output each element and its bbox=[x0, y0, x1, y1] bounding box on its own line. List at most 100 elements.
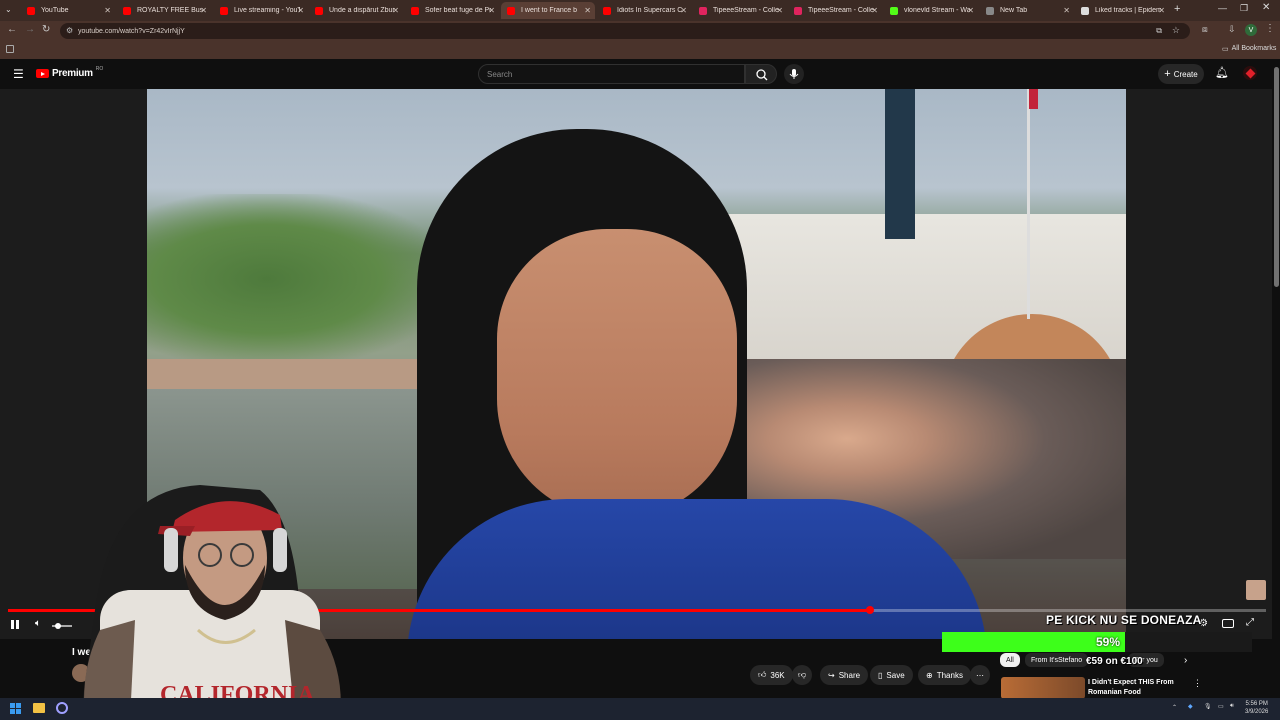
tab-close-icon[interactable]: ✕ bbox=[967, 6, 974, 15]
tab-close-icon[interactable]: ✕ bbox=[1063, 6, 1070, 15]
scrollbar-thumb[interactable] bbox=[1274, 67, 1279, 287]
browser-tab[interactable]: Unde a dispărut Zburg ✕ bbox=[309, 2, 403, 19]
guide-menu-icon[interactable]: ☰ bbox=[13, 67, 24, 81]
dislike-button[interactable]: 👎︎ bbox=[792, 665, 813, 685]
extensions-icon[interactable]: ⧈ bbox=[1202, 24, 1208, 35]
restore-icon[interactable]: ❐ bbox=[1240, 3, 1248, 14]
more-actions-button[interactable]: ⋯ bbox=[970, 665, 990, 685]
theater-mode-icon[interactable] bbox=[1222, 619, 1234, 628]
folder-icon: ▭ bbox=[1222, 46, 1229, 53]
share-button[interactable]: ↪ Share bbox=[820, 665, 869, 685]
search-icon bbox=[756, 69, 768, 81]
speaker-icon[interactable]: 🔊︎ bbox=[1230, 703, 1234, 710]
apps-icon[interactable] bbox=[6, 45, 14, 53]
clock-date: 3/9/2026 bbox=[1245, 709, 1269, 715]
new-tab-button[interactable]: + bbox=[1174, 3, 1180, 15]
close-window-icon[interactable]: ✕ bbox=[1262, 2, 1270, 13]
tab-favicon-icon bbox=[699, 6, 707, 15]
tab-favicon-icon bbox=[507, 6, 515, 15]
browser-tab[interactable]: TipeeeStream - Collect ✕ bbox=[788, 2, 882, 19]
search-button[interactable] bbox=[745, 64, 777, 84]
browser-tab[interactable]: TipeeeStream - Collect ✕ bbox=[693, 2, 787, 19]
tab-label: Unde a dispărut Zburg bbox=[329, 7, 395, 14]
tray-overflow-icon[interactable]: ⌃ bbox=[1172, 704, 1177, 711]
recommendation-menu-icon[interactable]: ⋮ bbox=[1193, 678, 1202, 689]
donation-goal-title: PE KICK NU SE DONEAZA bbox=[1046, 613, 1202, 627]
notifications-bell-icon[interactable]: 🔔︎ bbox=[1215, 66, 1229, 79]
fullscreen-icon[interactable]: ⤢ bbox=[1246, 617, 1254, 628]
tab-search-icon[interactable]: ⌄ bbox=[5, 5, 12, 14]
search-input[interactable]: Search bbox=[478, 64, 745, 84]
tab-close-icon[interactable]: ✕ bbox=[1158, 6, 1165, 15]
tab-close-icon[interactable]: ✕ bbox=[104, 6, 111, 15]
channel-watermark[interactable] bbox=[1246, 580, 1266, 600]
browser-tab[interactable]: Live streaming - YouTu ✕ bbox=[214, 2, 308, 19]
volume-icon[interactable]: 🔈︎ bbox=[35, 618, 41, 629]
tab-label: TipeeeStream - Collect bbox=[808, 7, 874, 14]
taskbar-app-icon[interactable] bbox=[56, 702, 68, 714]
tab-favicon-icon bbox=[123, 6, 131, 15]
chip-all[interactable]: All bbox=[1000, 653, 1020, 667]
tab-close-icon[interactable]: ✕ bbox=[488, 6, 495, 15]
tab-close-icon[interactable]: ✕ bbox=[392, 6, 399, 15]
browser-tab[interactable]: Sofer beat fuge de Pol ✕ bbox=[405, 2, 499, 19]
voice-search-button[interactable] bbox=[784, 64, 804, 84]
bookmark-star-icon[interactable]: ☆ bbox=[1172, 25, 1180, 36]
logo-text: Premium bbox=[52, 68, 93, 79]
windows-taskbar: ⌃ ◆ 🎙︎ ▭ 🔊︎ 5:56 PM 3/9/2026 bbox=[0, 698, 1280, 720]
create-label: Create bbox=[1173, 69, 1198, 79]
chip-from-channel[interactable]: From It'sStefano bbox=[1025, 653, 1089, 667]
thumbs-down-icon: 👎︎ bbox=[798, 670, 807, 679]
forward-icon[interactable]: → bbox=[25, 24, 35, 35]
tab-close-icon[interactable]: ✕ bbox=[776, 6, 783, 15]
page-scrollbar[interactable] bbox=[1273, 59, 1280, 698]
youtube-logo[interactable]: Premium RO bbox=[36, 66, 103, 79]
all-bookmarks-button[interactable]: ▭ All Bookmarks bbox=[1222, 45, 1276, 53]
browser-tab[interactable]: YouTube ✕ bbox=[21, 2, 115, 19]
tab-close-icon[interactable]: ✕ bbox=[680, 6, 687, 15]
browser-tab[interactable]: ROYALTY FREE Busines✕ bbox=[117, 2, 211, 19]
person-face bbox=[497, 229, 737, 519]
streamer-figure: CALIFORNIA bbox=[80, 485, 341, 720]
microphone-icon bbox=[789, 69, 799, 79]
browser-tab[interactable]: vlonevld Stream - Wat ✕ bbox=[884, 2, 978, 19]
site-info-icon[interactable]: ⚙ bbox=[66, 26, 73, 35]
browser-tab[interactable]: I went to France b ✕ bbox=[501, 2, 595, 19]
clock-time: 5:56 PM bbox=[1245, 701, 1268, 707]
browser-tab[interactable]: Idiots In Supercars Ca ✕ bbox=[597, 2, 691, 19]
profile-avatar[interactable]: V bbox=[1245, 24, 1257, 36]
recommendation-title-line1: I Didn't Expect THIS From bbox=[1088, 679, 1174, 686]
tab-close-icon[interactable]: ✕ bbox=[584, 6, 591, 15]
account-avatar[interactable] bbox=[1243, 66, 1257, 80]
browser-tab[interactable]: Liked tracks | Epidem ✕ bbox=[1075, 2, 1169, 19]
save-button[interactable]: ▯ Save bbox=[870, 665, 913, 685]
file-explorer-icon[interactable] bbox=[33, 703, 45, 713]
tab-close-icon[interactable]: ✕ bbox=[871, 6, 878, 15]
downloads-icon[interactable]: ⇩ bbox=[1228, 24, 1236, 35]
microphone-tray-icon[interactable]: 🎙︎ bbox=[1204, 703, 1212, 710]
tray-app-icon[interactable]: ◆ bbox=[1188, 703, 1193, 710]
all-bookmarks-label: All Bookmarks bbox=[1231, 45, 1277, 52]
browser-menu-icon[interactable]: ⋮ bbox=[1265, 23, 1275, 34]
create-button[interactable]: + Create bbox=[1158, 64, 1204, 84]
tab-close-icon[interactable]: ✕ bbox=[200, 6, 207, 15]
back-icon[interactable]: ← bbox=[7, 24, 17, 35]
share-label: Share bbox=[838, 670, 861, 680]
recommendation-title[interactable]: I Didn't Expect THIS From Romanian Food bbox=[1088, 678, 1174, 698]
clock[interactable]: 5:56 PM 3/9/2026 bbox=[1245, 700, 1268, 716]
tab-close-icon[interactable]: ✕ bbox=[297, 6, 304, 15]
windows-start-icon[interactable] bbox=[10, 703, 21, 714]
recommendation-thumbnail[interactable] bbox=[1001, 677, 1085, 699]
plus-icon: + bbox=[1164, 68, 1171, 80]
browser-tab[interactable]: New Tab ✕ bbox=[980, 2, 1074, 19]
seek-thumb[interactable] bbox=[865, 606, 874, 614]
thanks-button[interactable]: ⊕ Thanks bbox=[918, 665, 971, 685]
minimize-icon[interactable]: — bbox=[1218, 3, 1227, 13]
chips-next-icon[interactable]: › bbox=[1184, 655, 1187, 666]
network-icon[interactable]: ▭ bbox=[1218, 703, 1224, 710]
install-app-icon[interactable]: ⧉ bbox=[1156, 26, 1162, 36]
reload-icon[interactable]: ↻ bbox=[42, 24, 50, 35]
pause-button[interactable] bbox=[11, 620, 19, 629]
like-button[interactable]: 👍︎ 36K bbox=[750, 665, 793, 685]
address-field[interactable]: ⚙ youtube.com/watch?v=Zr42vIrNjjY ⧉ ☆ bbox=[60, 23, 1190, 39]
